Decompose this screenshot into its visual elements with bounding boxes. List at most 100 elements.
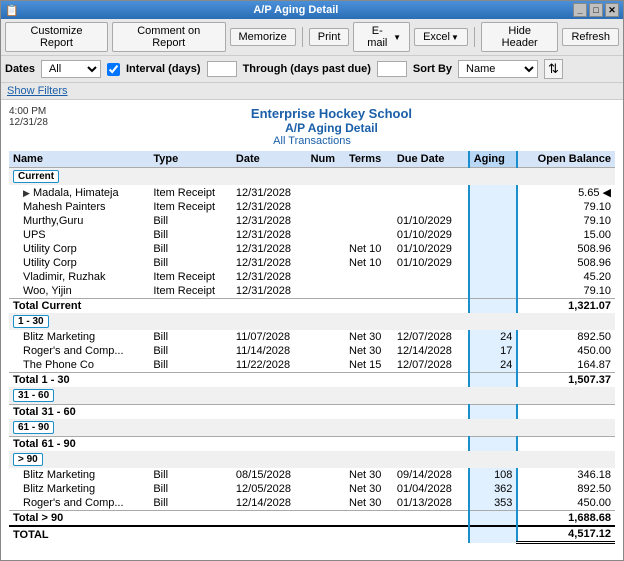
excel-button[interactable]: Excel ▼: [414, 28, 468, 46]
cell-aging: 362: [469, 482, 518, 496]
report-content: 4:00 PM 12/31/28 Enterprise Hockey Schoo…: [1, 100, 623, 560]
cell-type: Bill: [149, 496, 232, 511]
cell-terms: Net 30: [345, 330, 393, 344]
cell-name: Roger's and Comp...: [9, 344, 149, 358]
dates-checkbox[interactable]: [107, 63, 120, 76]
cell-aging: 24: [469, 330, 518, 344]
cell-balance: 450.00: [517, 344, 615, 358]
table-row[interactable]: Utility Corp Bill 12/31/2028 Net 10 01/1…: [9, 256, 615, 270]
memorize-button[interactable]: Memorize: [230, 28, 296, 46]
cell-date: 12/31/2028: [232, 270, 307, 284]
grand-total-row: TOTAL 4,517.12: [9, 526, 615, 543]
cell-terms: [345, 270, 393, 284]
table-row[interactable]: Murthy,Guru Bill 12/31/2028 01/10/2029 7…: [9, 214, 615, 228]
cell-num: [307, 330, 345, 344]
cell-aging: [469, 284, 518, 299]
cell-aging: [469, 270, 518, 284]
cell-num: [307, 256, 345, 270]
sortby-select[interactable]: Name: [458, 60, 538, 78]
section-badge[interactable]: 1 - 30: [13, 315, 49, 328]
dates-select[interactable]: All: [41, 60, 101, 78]
table-row[interactable]: The Phone Co Bill 11/22/2028 Net 15 12/0…: [9, 358, 615, 373]
cell-balance: 79.10: [517, 284, 615, 299]
table-row[interactable]: Vladimir, Ruzhak Item Receipt 12/31/2028…: [9, 270, 615, 284]
cell-name: Vladimir, Ruzhak: [9, 270, 149, 284]
through-input[interactable]: 90: [377, 61, 407, 77]
table-row[interactable]: Roger's and Comp... Bill 11/14/2028 Net …: [9, 344, 615, 358]
col-header-aging: Aging: [469, 151, 518, 168]
cell-name: ▶ Madala, Himateja: [9, 185, 149, 200]
cell-date: 12/31/2028: [232, 228, 307, 242]
cell-duedate: 01/04/2028: [393, 482, 469, 496]
print-button[interactable]: Print: [309, 28, 350, 46]
section-badge[interactable]: 61 - 90: [13, 421, 54, 434]
cell-type: Bill: [149, 330, 232, 344]
cell-duedate: [393, 200, 469, 214]
cell-balance: 892.50: [517, 482, 615, 496]
interval-input[interactable]: 30: [207, 61, 237, 77]
table-row[interactable]: ▶ Madala, Himateja Item Receipt 12/31/20…: [9, 185, 615, 200]
cell-name: The Phone Co: [9, 358, 149, 373]
cell-num: [307, 284, 345, 299]
table-row[interactable]: Blitz Marketing Bill 12/05/2028 Net 30 0…: [9, 482, 615, 496]
cell-num: [307, 242, 345, 256]
cell-terms: Net 30: [345, 468, 393, 482]
cell-num: [307, 358, 345, 373]
cell-date: 08/15/2028: [232, 468, 307, 482]
cell-duedate: 01/10/2029: [393, 242, 469, 256]
cell-aging: [469, 228, 518, 242]
close-button[interactable]: ✕: [605, 3, 619, 17]
cell-type: Bill: [149, 242, 232, 256]
total-value: 1,321.07: [517, 299, 615, 314]
cell-date: 12/31/2028: [232, 284, 307, 299]
cell-num: [307, 496, 345, 511]
comment-on-report-button[interactable]: Comment on Report: [112, 22, 226, 52]
hide-header-button[interactable]: Hide Header: [481, 22, 559, 52]
cell-name: Utility Corp: [9, 256, 149, 270]
cell-balance: 450.00: [517, 496, 615, 511]
table-row[interactable]: UPS Bill 12/31/2028 01/10/2029 15.00: [9, 228, 615, 242]
table-row[interactable]: Blitz Marketing Bill 08/15/2028 Net 30 0…: [9, 468, 615, 482]
cell-type: Item Receipt: [149, 270, 232, 284]
cell-type: Item Receipt: [149, 284, 232, 299]
cell-balance: 79.10: [517, 214, 615, 228]
cell-duedate: [393, 284, 469, 299]
section-badge[interactable]: Current: [13, 170, 59, 183]
sort-icon[interactable]: ⇅: [544, 59, 563, 79]
cell-date: 12/31/2028: [232, 185, 307, 200]
cell-type: Item Receipt: [149, 200, 232, 214]
table-row[interactable]: Woo, Yijin Item Receipt 12/31/2028 79.10: [9, 284, 615, 299]
refresh-button[interactable]: Refresh: [562, 28, 619, 46]
total-value: 1,507.37: [517, 373, 615, 388]
total-label: Total 1 - 30: [9, 373, 469, 388]
maximize-button[interactable]: □: [589, 3, 603, 17]
col-header-num: Num: [307, 151, 345, 168]
cell-duedate: 12/07/2028: [393, 358, 469, 373]
cell-duedate: 12/14/2028: [393, 344, 469, 358]
cell-terms: Net 30: [345, 482, 393, 496]
cell-type: Bill: [149, 468, 232, 482]
table-row[interactable]: Utility Corp Bill 12/31/2028 Net 10 01/1…: [9, 242, 615, 256]
cell-type: Bill: [149, 256, 232, 270]
report-header: Enterprise Hockey School A/P Aging Detai…: [9, 106, 615, 147]
customize-report-button[interactable]: Customize Report: [5, 22, 108, 52]
cell-num: [307, 468, 345, 482]
table-row[interactable]: Roger's and Comp... Bill 12/14/2028 Net …: [9, 496, 615, 511]
show-filters-link[interactable]: Show Filters: [7, 85, 68, 97]
section-badge[interactable]: > 90: [13, 453, 43, 466]
dates-label: Dates: [5, 63, 35, 75]
section-badge[interactable]: 31 - 60: [13, 389, 54, 402]
table-row[interactable]: Mahesh Painters Item Receipt 12/31/2028 …: [9, 200, 615, 214]
cell-date: 12/05/2028: [232, 482, 307, 496]
cell-name: Blitz Marketing: [9, 330, 149, 344]
section-header-row: 1 - 30: [9, 313, 615, 330]
email-button[interactable]: E-mail ▼: [353, 22, 410, 52]
cell-type: Bill: [149, 228, 232, 242]
cell-aging: 24: [469, 358, 518, 373]
cell-num: [307, 185, 345, 200]
table-row[interactable]: Blitz Marketing Bill 11/07/2028 Net 30 1…: [9, 330, 615, 344]
minimize-button[interactable]: _: [573, 3, 587, 17]
cell-num: [307, 214, 345, 228]
company-name: Enterprise Hockey School: [9, 106, 615, 121]
total-label: Total > 90: [9, 511, 469, 527]
